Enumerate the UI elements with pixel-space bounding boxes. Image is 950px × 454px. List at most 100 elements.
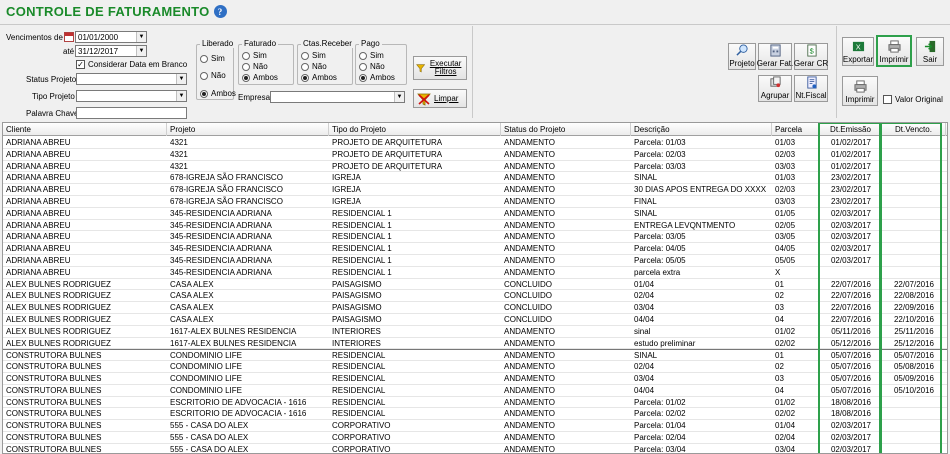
table-row[interactable]: CONSTRUTORA BULNES CONDOMINIO LIFE RESIDEN…: [3, 385, 947, 397]
ctas-nao[interactable]: Não: [301, 62, 327, 71]
tipo-projeto-select[interactable]: ▼: [76, 90, 187, 102]
table-row[interactable]: ALEX BULNES RODRIGUEZ CASA ALEX PAISAGISMO…: [3, 314, 947, 326]
table-row[interactable]: CONSTRUTORA BULNES 555 - CASA DO ALEX CORP…: [3, 432, 947, 444]
radio-icon[interactable]: [301, 62, 309, 71]
chevron-down-icon[interactable]: ▼: [394, 92, 404, 102]
status-projeto-select[interactable]: ▼: [76, 73, 187, 85]
toolbar-separator: [836, 26, 837, 118]
table-row[interactable]: ADRIANA ABREU 678-IGREJA SÃO FRANCISCO IGR…: [3, 196, 947, 208]
cell-dt-vencto: 22/08/2016: [893, 291, 935, 301]
radio-icon[interactable]: [242, 62, 250, 71]
cell-parcela: 03: [775, 303, 784, 313]
table-row[interactable]: ALEX BULNES RODRIGUEZ CASA ALEX PAISAGISMO…: [3, 279, 947, 291]
column-header-status[interactable]: Status do Projeto: [501, 123, 631, 136]
faturado-nao[interactable]: Não: [242, 62, 268, 71]
table-row[interactable]: ADRIANA ABREU 678-IGREJA SÃO FRANCISCO IGR…: [3, 172, 947, 185]
cell-descricao: Parcela: 02/02: [634, 409, 686, 419]
agrupar-button[interactable]: Agrupar: [758, 75, 792, 102]
radio-icon[interactable]: [200, 71, 208, 80]
table-row[interactable]: ADRIANA ABREU 345-RESIDENCIA ADRIANA RESID…: [3, 208, 947, 220]
considerar-checkbox[interactable]: ✓: [76, 60, 85, 69]
radio-icon[interactable]: [242, 51, 250, 60]
venc-from-field[interactable]: 01/01/2000 ▼: [75, 31, 147, 43]
pago-ambos[interactable]: Ambos: [359, 73, 395, 82]
nt-fiscal-button[interactable]: Nt.Fiscal: [794, 75, 828, 102]
radio-icon[interactable]: [359, 51, 367, 60]
table-row[interactable]: CONSTRUTORA BULNES ESCRITORIO DE ADVOCACI…: [3, 397, 947, 409]
calendar-icon[interactable]: [64, 32, 74, 42]
exportar-button[interactable]: X Exportar: [842, 37, 874, 66]
venc-to-field[interactable]: 31/12/2017 ▼: [75, 45, 147, 57]
column-header-cliente[interactable]: Cliente: [3, 123, 167, 136]
table-row[interactable]: CONSTRUTORA BULNES CONDOMINIO LIFE RESIDEN…: [3, 361, 947, 373]
table-row[interactable]: CONSTRUTORA BULNES CONDOMINIO LIFE RESIDEN…: [3, 373, 947, 385]
cell-projeto: 1617-ALEX BULNES RESIDENCIA: [170, 338, 297, 348]
considerar-checkbox-row[interactable]: ✓ Considerar Data em Branco: [76, 60, 187, 69]
billing-table[interactable]: Cliente Projeto Tipo do Projeto Status do P…: [2, 122, 948, 454]
radio-icon[interactable]: [359, 73, 367, 82]
table-row[interactable]: CONSTRUTORA BULNES ESCRITORIO DE ADVOCACI…: [3, 408, 947, 421]
table-row[interactable]: CONSTRUTORA BULNES 555 - CASA DO ALEX CORP…: [3, 420, 947, 432]
cell-status: ANDAMENTO: [504, 421, 555, 431]
cell-projeto: CASA ALEX: [170, 291, 214, 301]
radio-icon[interactable]: [301, 73, 309, 82]
chevron-down-icon[interactable]: ▼: [136, 32, 146, 42]
radio-icon[interactable]: [359, 62, 367, 71]
table-row[interactable]: ADRIANA ABREU 345-RESIDENCIA ADRIANA RESID…: [3, 231, 947, 244]
table-row[interactable]: CONSTRUTORA BULNES CONDOMINIO LIFE RESIDEN…: [3, 349, 947, 362]
imprimir-button[interactable]: Imprimir: [842, 76, 878, 106]
table-row[interactable]: ADRIANA ABREU 4321 PROJETO DE ARQUITETURA A…: [3, 161, 947, 173]
cell-dt-vencto: 22/09/2016: [893, 303, 935, 313]
ctas-sim[interactable]: Sim: [301, 51, 326, 60]
sair-button[interactable]: Sair: [916, 37, 944, 66]
faturado-sim[interactable]: Sim: [242, 51, 267, 60]
chevron-down-icon[interactable]: ▼: [176, 91, 186, 101]
table-row[interactable]: ADRIANA ABREU 678-IGREJA SÃO FRANCISCO IGR…: [3, 184, 947, 196]
valor-original-checkbox-row[interactable]: Valor Original: [883, 95, 943, 104]
table-row[interactable]: ALEX BULNES RODRIGUEZ CASA ALEX PAISAGISMO…: [3, 302, 947, 314]
column-header-projeto[interactable]: Projeto: [167, 123, 329, 136]
gerar-fat-button[interactable]: Gerar Fat.: [757, 43, 793, 70]
ctas-ambos[interactable]: Ambos: [301, 73, 337, 82]
liberado-sim[interactable]: Sim: [200, 54, 225, 63]
radio-icon[interactable]: [242, 73, 250, 82]
radio-icon[interactable]: [301, 51, 309, 60]
projeto-button[interactable]: Projeto: [728, 43, 756, 70]
chevron-down-icon[interactable]: ▼: [136, 46, 146, 56]
cell-dt-emissao: 18/08/2016: [830, 409, 872, 419]
table-row[interactable]: ALEX BULNES RODRIGUEZ 1617-ALEX BULNES RE…: [3, 338, 947, 350]
pago-nao[interactable]: Não: [359, 62, 385, 71]
executar-filtros-button[interactable]: Executar Filtros: [413, 56, 467, 80]
table-row[interactable]: ALEX BULNES RODRIGUEZ 1617-ALEX BULNES RE…: [3, 326, 947, 338]
column-header-parcela[interactable]: Parcela: [772, 123, 820, 136]
imprimir-top-button[interactable]: Imprimir: [876, 35, 912, 67]
table-row[interactable]: ALEX BULNES RODRIGUEZ CASA ALEX PAISAGISMO…: [3, 290, 947, 303]
valor-original-checkbox[interactable]: [883, 95, 892, 104]
help-icon[interactable]: ?: [213, 5, 227, 18]
column-header-descricao[interactable]: Descrição: [631, 123, 772, 136]
column-header-dt-emissao[interactable]: Dt.Emissão: [820, 123, 882, 136]
cell-dt-emissao: 01/02/2017: [830, 149, 872, 159]
radio-icon[interactable]: [200, 54, 208, 63]
table-row[interactable]: ADRIANA ABREU 4321 PROJETO DE ARQUITETURA A…: [3, 137, 947, 149]
table-row[interactable]: ADRIANA ABREU 345-RESIDENCIA ADRIANA RESID…: [3, 255, 947, 267]
limpar-button[interactable]: Limpar: [413, 89, 467, 108]
liberado-ambos[interactable]: Ambos: [200, 89, 236, 98]
table-row[interactable]: CONSTRUTORA BULNES 555 - CASA DO ALEX CORP…: [3, 444, 947, 453]
faturado-ambos[interactable]: Ambos: [242, 73, 278, 82]
radio-label: Ambos: [253, 73, 278, 82]
cell-cliente: ADRIANA ABREU: [6, 267, 71, 277]
table-row[interactable]: ADRIANA ABREU 345-RESIDENCIA ADRIANA RESID…: [3, 243, 947, 255]
table-row[interactable]: ADRIANA ABREU 345-RESIDENCIA ADRIANA RESID…: [3, 267, 947, 279]
table-row[interactable]: ADRIANA ABREU 345-RESIDENCIA ADRIANA RESID…: [3, 220, 947, 232]
column-header-dt-vencto[interactable]: Dt.Vencto.: [882, 123, 946, 136]
gerar-cr-button[interactable]: $ Gerar CR: [794, 43, 828, 70]
empresa-select[interactable]: ▼: [270, 91, 405, 103]
table-row[interactable]: ADRIANA ABREU 4321 PROJETO DE ARQUITETURA A…: [3, 149, 947, 161]
pago-sim[interactable]: Sim: [359, 51, 384, 60]
radio-icon[interactable]: [200, 89, 208, 98]
liberado-nao[interactable]: Não: [200, 71, 226, 80]
palavra-chave-input[interactable]: [76, 107, 187, 119]
chevron-down-icon[interactable]: ▼: [176, 74, 186, 84]
column-header-tipo[interactable]: Tipo do Projeto: [329, 123, 501, 136]
